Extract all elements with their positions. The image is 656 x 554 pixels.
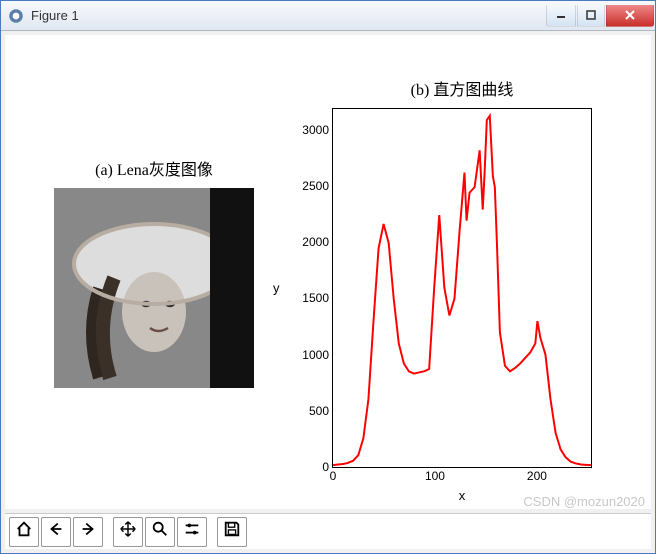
y-tick-label: 0 [287, 460, 329, 474]
y-axis-label: y [273, 281, 280, 296]
zoom-button[interactable] [145, 517, 175, 547]
forward-button[interactable] [73, 517, 103, 547]
histogram-line [333, 109, 591, 466]
pan-button[interactable] [113, 517, 143, 547]
right-panel: (b) 直方图曲线 050010001500200025003000 01002… [332, 76, 592, 468]
minimize-button[interactable] [546, 5, 576, 27]
x-tick-label: 100 [425, 469, 445, 483]
figure-window: Figure 1 (a) Lena灰度图像 [0, 0, 656, 554]
right-panel-title: (b) 直方图曲线 [411, 76, 514, 100]
arrow-left-icon [47, 520, 65, 543]
save-icon [223, 520, 241, 543]
y-tick-label: 1500 [287, 291, 329, 305]
close-button[interactable] [606, 5, 654, 27]
watermark-text: CSDN @mozun2020 [523, 494, 645, 509]
titlebar: Figure 1 [1, 1, 655, 31]
histogram-axes: 050010001500200025003000 0100200 x y [332, 108, 592, 468]
y-tick-label: 2000 [287, 235, 329, 249]
sliders-icon [183, 520, 201, 543]
x-tick-label: 0 [330, 469, 337, 483]
move-icon [119, 520, 137, 543]
zoom-icon [151, 520, 169, 543]
configure-button[interactable] [177, 517, 207, 547]
app-icon [7, 7, 25, 25]
lena-image [54, 188, 254, 388]
home-icon [15, 520, 33, 543]
save-button[interactable] [217, 517, 247, 547]
figure-canvas: (a) Lena灰度图像 [5, 35, 651, 509]
y-tick-label: 500 [287, 404, 329, 418]
maximize-button[interactable] [577, 5, 605, 27]
home-button[interactable] [9, 517, 39, 547]
x-tick-label: 200 [527, 469, 547, 483]
left-panel: (a) Lena灰度图像 [54, 156, 254, 388]
y-tick-label: 1000 [287, 348, 329, 362]
back-button[interactable] [41, 517, 71, 547]
arrow-right-icon [79, 520, 97, 543]
y-tick-label: 2500 [287, 179, 329, 193]
y-tick-label: 3000 [287, 123, 329, 137]
matplotlib-toolbar [5, 513, 651, 549]
x-axis-label: x [459, 488, 466, 503]
window-title: Figure 1 [31, 8, 79, 23]
left-panel-title: (a) Lena灰度图像 [95, 156, 213, 180]
